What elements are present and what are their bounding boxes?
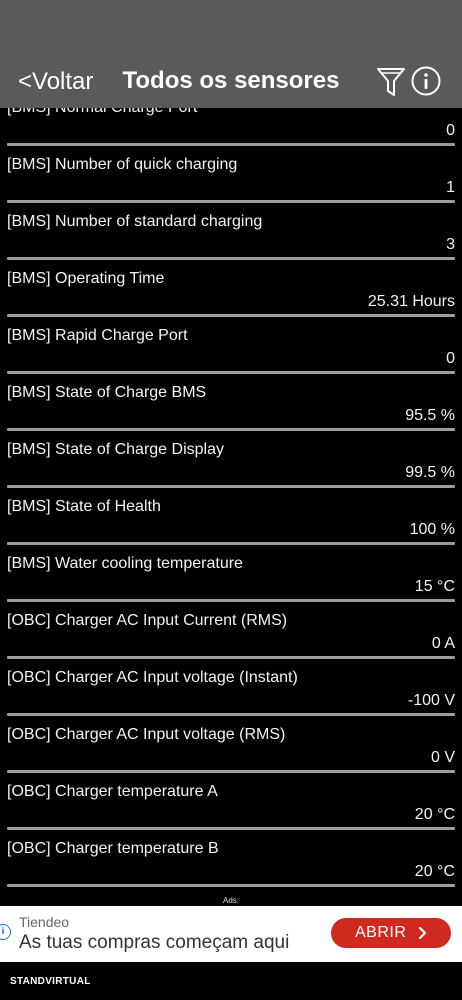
sensor-row[interactable]: [OBC] Charger temperature A 20 °C [0, 782, 462, 839]
ad-info-icon[interactable]: i [0, 924, 11, 940]
sensor-row[interactable]: [OBC] Charger temperature B 20 °C [0, 839, 462, 896]
ad-brand: Tiendeo [19, 914, 70, 930]
sensor-value: 3 [446, 236, 455, 253]
row-divider [7, 656, 455, 659]
sensor-value: 100 % [409, 521, 455, 538]
row-divider [7, 428, 455, 431]
sensor-row[interactable]: [BMS] State of Health 100 % [0, 497, 462, 554]
sensor-label: [OBC] Charger temperature A [7, 783, 218, 800]
sensor-label: [BMS] Water cooling temperature [7, 555, 243, 572]
sensor-row[interactable]: [BMS] State of Charge Display 99.5 % [0, 440, 462, 497]
watermark-logo: STANDVIRTUAL [10, 976, 91, 987]
sensor-list[interactable]: [BMS] Normal Charge Port 0 [BMS] Number … [0, 108, 462, 896]
sensor-value: 0 [446, 122, 455, 139]
row-divider [7, 599, 455, 602]
sensor-row[interactable]: [BMS] Water cooling temperature 15 °C [0, 554, 462, 611]
sensor-label: [OBC] Charger AC Input Current (RMS) [7, 612, 288, 629]
row-divider [7, 713, 455, 716]
filter-icon[interactable] [376, 66, 406, 98]
sensor-row[interactable]: [OBC] Charger AC Input Current (RMS) 0 A [0, 611, 462, 668]
sensor-label: [BMS] State of Charge Display [7, 441, 224, 458]
sensor-value: 20 °C [414, 863, 455, 880]
sensor-row[interactable]: [BMS] State of Charge BMS 95.5 % [0, 383, 462, 440]
row-divider [7, 371, 455, 374]
ad-open-label: ABRIR [355, 924, 407, 941]
ad-headline: As tuas compras começam aqui [19, 932, 290, 953]
sensor-row[interactable]: [OBC] Charger AC Input voltage (Instant)… [0, 668, 462, 725]
row-divider [7, 884, 455, 887]
sensor-value: 15 °C [414, 578, 455, 595]
row-divider [7, 314, 455, 317]
sensor-value: 95.5 % [405, 407, 455, 424]
navigation-bar: <Voltar Todos os sensores [0, 0, 462, 108]
row-divider [7, 542, 455, 545]
sensor-label: [BMS] Number of quick charging [7, 156, 238, 173]
sensor-label: [BMS] Rapid Charge Port [7, 327, 188, 344]
sensor-value: 1 [446, 179, 455, 196]
row-divider [7, 257, 455, 260]
sensor-row[interactable]: [BMS] Rapid Charge Port 0 [0, 326, 462, 383]
sensor-value: 20 °C [414, 806, 455, 823]
sensor-label: [BMS] Operating Time [7, 270, 165, 287]
back-button[interactable]: <Voltar [18, 68, 93, 96]
sensor-label: [OBC] Charger AC Input voltage (RMS) [7, 726, 286, 743]
sensor-label: [BMS] Normal Charge Port [7, 108, 197, 117]
sensor-label: [OBC] Charger AC Input voltage (Instant) [7, 669, 298, 686]
info-icon[interactable] [411, 66, 441, 96]
sensor-row[interactable]: [BMS] Operating Time 25.31 Hours [0, 269, 462, 326]
sensor-row[interactable]: [OBC] Charger AC Input voltage (RMS) 0 V [0, 725, 462, 782]
row-divider [7, 143, 455, 146]
bottom-bar: STANDVIRTUAL [0, 962, 462, 1000]
ads-label: Ads: [222, 896, 239, 905]
sensor-row[interactable]: [BMS] Number of quick charging 1 [0, 155, 462, 212]
sensor-label: [BMS] State of Health [7, 498, 161, 515]
sensor-value: 99.5 % [405, 464, 455, 481]
sensor-value: 0 A [431, 635, 455, 652]
sensor-row[interactable]: [BMS] Normal Charge Port 0 [0, 108, 462, 155]
ad-open-button[interactable]: ABRIR [331, 918, 451, 948]
sensor-label: [BMS] Number of standard charging [7, 213, 263, 230]
sensor-value: 0 [446, 350, 455, 367]
sensor-label: [BMS] State of Charge BMS [7, 384, 207, 401]
row-divider [7, 485, 455, 488]
chevron-right-icon [418, 927, 427, 939]
sensor-row[interactable]: [BMS] Number of standard charging 3 [0, 212, 462, 269]
sensor-value: 25.31 Hours [367, 293, 455, 310]
sensor-label: [OBC] Charger temperature B [7, 840, 219, 857]
row-divider [7, 200, 455, 203]
sensor-value: -100 V [407, 692, 455, 709]
row-divider [7, 827, 455, 830]
row-divider [7, 770, 455, 773]
sensor-value: 0 V [430, 749, 455, 766]
ad-banner[interactable]: i Tiendeo As tuas compras começam aqui A… [0, 906, 462, 962]
